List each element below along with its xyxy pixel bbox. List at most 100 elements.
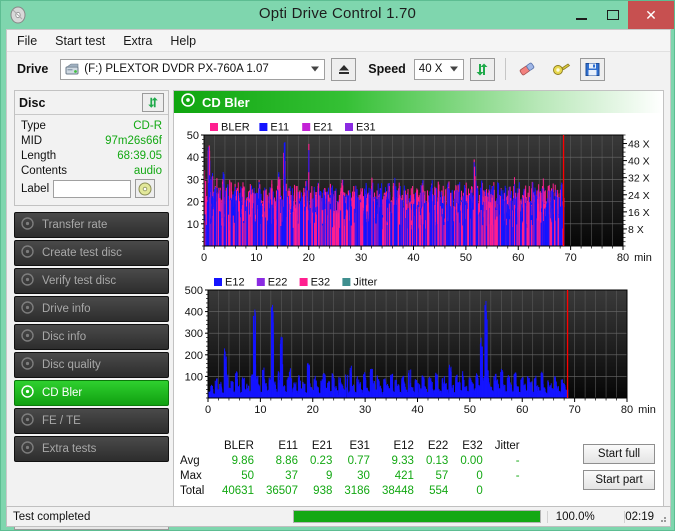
- sidebar-item-label: Verify test disc: [42, 275, 117, 287]
- left-column: Disc Type CD-R MID 97m26s66f Length 68:3…: [14, 90, 169, 530]
- data-bar: [222, 179, 224, 246]
- sidebar-item-fe-te[interactable]: FE / TE: [14, 408, 169, 434]
- data-bar: [383, 196, 385, 246]
- data-bar: [229, 200, 231, 246]
- disc-label-button[interactable]: [135, 179, 156, 198]
- data-bar: [413, 203, 415, 246]
- menu-item-start-test[interactable]: Start test: [55, 34, 105, 48]
- cd-bler-chart-bottom[interactable]: E12 E22 E32 Jitter1002003004005000 10 20 30 40 5…: [174, 268, 663, 420]
- data-bar: [210, 206, 212, 246]
- menu-item-help[interactable]: Help: [170, 34, 196, 48]
- data-bar: [382, 217, 384, 246]
- sidebar-item-disc-info[interactable]: Disc info: [14, 324, 169, 350]
- disc-refresh-button[interactable]: [142, 93, 164, 112]
- data-bar: [508, 205, 510, 246]
- y2-axis-tick-label: 40 X: [628, 156, 650, 168]
- menu-item-file[interactable]: File: [17, 34, 37, 48]
- data-bar: [445, 211, 447, 246]
- tools-button[interactable]: [549, 58, 574, 81]
- x-axis-tick-label: 60: [512, 252, 524, 264]
- data-bar: [373, 217, 375, 246]
- menu-item-extra[interactable]: Extra: [123, 34, 152, 48]
- disc-label-input[interactable]: [53, 179, 132, 198]
- data-bar: [419, 215, 421, 246]
- data-bar: [487, 201, 489, 246]
- erase-button[interactable]: [515, 58, 540, 81]
- data-bar: [476, 188, 478, 246]
- maximize-button[interactable]: [597, 1, 628, 29]
- data-bar: [361, 191, 363, 246]
- data-bar: [301, 196, 303, 246]
- sidebar-item-create-test-disc[interactable]: Create test disc: [14, 240, 169, 266]
- drive-label: Drive: [17, 62, 49, 76]
- sidebar-item-extra-tests[interactable]: Extra tests: [14, 436, 169, 462]
- data-bar: [306, 196, 308, 246]
- cd-bler-chart-top[interactable]: BLER E11 E21 E3110203040500 10 20 30 40 50 60 70 80…: [174, 113, 663, 268]
- data-bar: [223, 226, 225, 246]
- data-bar: [318, 183, 320, 246]
- chevron-down-icon: [311, 66, 320, 72]
- data-bar: [401, 200, 403, 246]
- data-bar: [548, 214, 550, 246]
- data-bar: [298, 203, 300, 246]
- legend-label: E32: [311, 277, 331, 289]
- data-bar: [333, 213, 335, 246]
- refresh-icon: [476, 63, 488, 75]
- data-bar: [498, 183, 500, 246]
- data-bar: [543, 221, 545, 246]
- data-bar: [493, 189, 495, 246]
- data-bar: [451, 192, 453, 246]
- eject-button[interactable]: [331, 57, 357, 81]
- y-axis-tick-label: 40: [187, 152, 199, 164]
- data-bar: [556, 197, 558, 246]
- save-icon: [585, 62, 600, 76]
- data-bar: [246, 206, 248, 246]
- drive-select[interactable]: (F:) PLEXTOR DVDR PX-760A 1.07: [60, 58, 326, 80]
- data-bar: [323, 193, 325, 246]
- sidebar-item-label: Disc info: [42, 331, 87, 343]
- cd-bler-panel: CD Bler BLER E11 E21 E31 10 20 30 40 50 0 10 20 30 40…: [173, 90, 664, 508]
- sidebar-item-transfer-rate[interactable]: Transfer rate: [14, 212, 169, 238]
- data-bar: [363, 223, 365, 246]
- panel-title: CD Bler: [202, 94, 250, 110]
- disc-key: Length: [21, 149, 57, 162]
- data-bar: [254, 221, 256, 246]
- panel-header: CD Bler: [174, 91, 663, 113]
- data-bar: [325, 198, 327, 246]
- data-bar: [240, 214, 242, 246]
- sidebar-item-disc-quality[interactable]: Disc quality: [14, 352, 169, 378]
- data-bar: [454, 206, 456, 246]
- minimize-button[interactable]: [566, 1, 597, 29]
- data-bar: [253, 213, 255, 246]
- x-axis-tick-label: 20: [303, 252, 315, 264]
- data-bar: [315, 214, 317, 246]
- refresh-button[interactable]: [469, 57, 495, 81]
- data-bar: [328, 201, 330, 246]
- data-bar: [276, 198, 278, 246]
- disc-icon: [21, 217, 34, 233]
- close-button[interactable]: ✕: [628, 1, 674, 29]
- data-bar: [442, 213, 444, 246]
- title-bar: Opti Drive Control 1.70 ✕: [1, 1, 674, 29]
- data-bar: [422, 377, 424, 398]
- data-bar: [460, 202, 462, 246]
- x-axis-tick-label: 80: [617, 252, 629, 264]
- disc-icon: [21, 329, 34, 345]
- data-bar: [384, 192, 386, 246]
- data-bar: [430, 202, 432, 246]
- sidebar-item-verify-test-disc[interactable]: Verify test disc: [14, 268, 169, 294]
- speed-select[interactable]: 40 X: [413, 58, 464, 80]
- data-bar: [340, 210, 342, 246]
- disc-value: 97m26s66f: [105, 134, 162, 147]
- data-bar: [248, 214, 250, 246]
- sidebar-item-drive-info[interactable]: Drive info: [14, 296, 169, 322]
- data-bar: [395, 205, 397, 246]
- data-bar: [304, 206, 306, 246]
- data-bar: [551, 222, 553, 246]
- save-button[interactable]: [579, 57, 605, 81]
- data-bar: [456, 203, 458, 246]
- data-bar: [412, 186, 414, 246]
- sidebar-item-cd-bler[interactable]: CD Bler: [14, 380, 169, 406]
- data-bar: [472, 209, 474, 246]
- data-bar: [292, 227, 294, 246]
